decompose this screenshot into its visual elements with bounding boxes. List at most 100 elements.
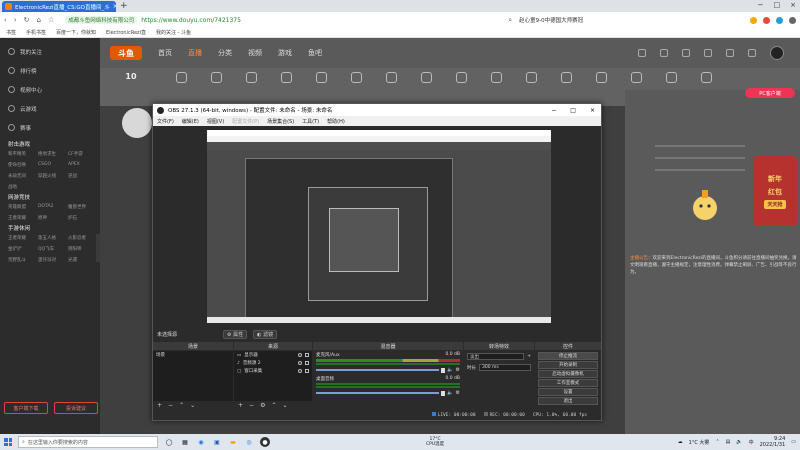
category-link[interactable]: 使命召唤 [8,162,38,168]
eye-icon[interactable] [298,353,302,357]
remove-scene-button[interactable]: − [168,402,173,409]
nav-live[interactable]: 直播 [188,48,202,58]
menu-icon[interactable] [789,16,796,24]
obs-minimize-button[interactable]: − [551,107,556,114]
category-link[interactable]: CF手游 [68,151,98,157]
feedback-button[interactable]: 投诉建议 [54,402,98,414]
category-item[interactable] [347,72,365,90]
source-settings-icon[interactable]: ⚙ [260,402,265,409]
move-down-button[interactable]: ⌄ [282,402,287,409]
settings-button[interactable]: 设置 [538,388,598,396]
category-link[interactable]: 光遇 [68,257,98,263]
category-link[interactable]: 荒野乱斗 [8,257,38,263]
category-link[interactable]: APEX [68,162,98,168]
source-item[interactable]: ▭ 显示器 [234,351,312,359]
category-link[interactable]: 永劫无间 [8,173,38,179]
category-link[interactable]: 阴阳师 [68,246,98,252]
source-item[interactable]: ♪ 音频源 2 [234,359,312,367]
sidebar-item-esports[interactable]: 赛事 [0,118,100,137]
category-link[interactable]: 和平精英 [8,151,38,157]
category-link[interactable]: 炉石 [68,215,98,221]
user-avatar[interactable] [770,46,784,60]
sidebar-item-rank[interactable]: 排行榜 [0,61,100,80]
minimize-button[interactable]: − [758,1,764,9]
ime-icon[interactable]: 中 [749,439,754,446]
eye-icon[interactable] [298,369,302,373]
category-item[interactable] [487,72,505,90]
url-field[interactable]: 成都斗鱼网络科技有限公司 https://www.douyu.com/74213… [61,14,502,26]
cpu-temp-widget[interactable]: 17°C CPU温度 [426,437,444,447]
taskbar-search[interactable]: ⌕ 在这里输入你要搜索的内容 [18,436,158,448]
bookmark-item[interactable]: 手机书签 [26,29,46,36]
category-item[interactable] [242,72,260,90]
volume-icon[interactable]: 🔈 [736,439,742,445]
weather-icon[interactable]: ☁ [678,439,683,445]
refresh-icon[interactable]: ↻ [24,16,30,24]
category-link[interactable]: 火影忍者 [68,235,98,241]
remove-source-button[interactable]: − [249,402,254,409]
category-link[interactable]: CSGO [38,162,68,168]
tray-weather[interactable]: 1°C 大雾 [689,439,710,446]
eye-icon[interactable] [298,361,302,365]
new-tab-button[interactable]: + [120,1,128,11]
add-scene-button[interactable]: + [157,402,162,409]
filters-button[interactable]: ◐ 滤镜 [253,329,278,339]
certificate-label[interactable]: 成都斗鱼网络科技有限公司 [65,16,138,24]
extension-icon[interactable] [763,16,770,24]
category-item[interactable] [592,72,610,90]
douyu-logo[interactable]: 斗鱼 [110,46,142,60]
category-link[interactable]: 王者荣耀 [8,235,38,241]
search-engine-icon[interactable]: ⌕ [508,16,512,25]
category-item[interactable] [662,72,680,90]
obs-title-bar[interactable]: OBS 27.1.3 (64-bit, windows) - 配置文件: 未命名… [153,104,601,116]
category-item[interactable] [277,72,295,90]
category-item[interactable] [557,72,575,90]
exit-button[interactable]: 退出 [538,397,598,405]
extension-icon[interactable] [776,16,783,24]
bookmark-item[interactable]: 百度一下，你就知 [56,29,96,36]
category-link[interactable]: 蛋仔派对 [38,257,68,263]
back-icon[interactable]: ‹ [4,16,7,24]
source-item[interactable]: ▢ 窗口采集 [234,367,312,375]
category-item[interactable] [382,72,400,90]
clock[interactable]: 9:24 2022/1/31 [760,436,786,448]
location-icon[interactable] [748,49,756,57]
obs-preview[interactable] [207,130,551,323]
obs-close-button[interactable]: × [590,107,595,114]
category-link[interactable]: QQ飞车 [38,246,68,252]
search-suggestion[interactable]: 赵心童9-0中德国大师赛冠 [519,16,583,24]
home-icon[interactable]: ⌂ [37,16,41,24]
maximize-button[interactable]: □ [774,1,781,9]
lock-icon[interactable] [305,353,309,357]
folder-icon[interactable]: ▬ [228,437,238,447]
volume-slider[interactable]: 🔈 ⚙ [316,367,460,373]
duration-input[interactable]: 300 ms [479,364,531,371]
move-up-button[interactable]: ⌃ [271,402,276,409]
streamer-avatar[interactable] [122,108,152,138]
nav-game[interactable]: 游戏 [278,48,292,58]
star-icon[interactable]: ☆ [48,16,54,24]
category-link[interactable]: 金铲铲 [8,246,38,252]
task-view-icon[interactable]: ◯ [164,437,174,447]
sidebar-item-video[interactable]: 视频中心 [0,80,100,99]
speaker-icon[interactable]: 🔈 [447,390,453,396]
slider-track[interactable] [316,392,440,394]
category-item[interactable] [312,72,330,90]
category-item[interactable] [172,72,190,90]
category-link[interactable]: 逆战 [68,173,98,179]
sidebar-item-follow[interactable]: 我的关注 [0,42,100,61]
menu-profile[interactable]: 配置文件(P) [232,118,259,125]
chevron-up-icon[interactable]: ⌃ [715,439,719,445]
virtual-camera-button[interactable]: 启动虚拟摄像机 [538,370,598,378]
obs-maximize-button[interactable]: □ [570,107,576,114]
slider-knob[interactable] [441,390,446,396]
stop-streaming-button[interactable]: 停止推流 [538,352,598,360]
category-link[interactable]: 魔兽世界 [68,204,98,210]
menu-scene-collection[interactable]: 场景集合(S) [267,118,294,125]
category-link[interactable]: 战地 [8,184,38,190]
menu-view[interactable]: 视图(V) [207,118,224,125]
pc-client-badge[interactable]: PC客户端 [745,88,795,98]
settings-icon[interactable]: ⚙ [456,390,460,396]
category-link[interactable]: 第五人格 [38,235,68,241]
browser-tab-active[interactable]: ElectronicRezi直播_CS:GO直播间_斗 × [2,1,116,12]
